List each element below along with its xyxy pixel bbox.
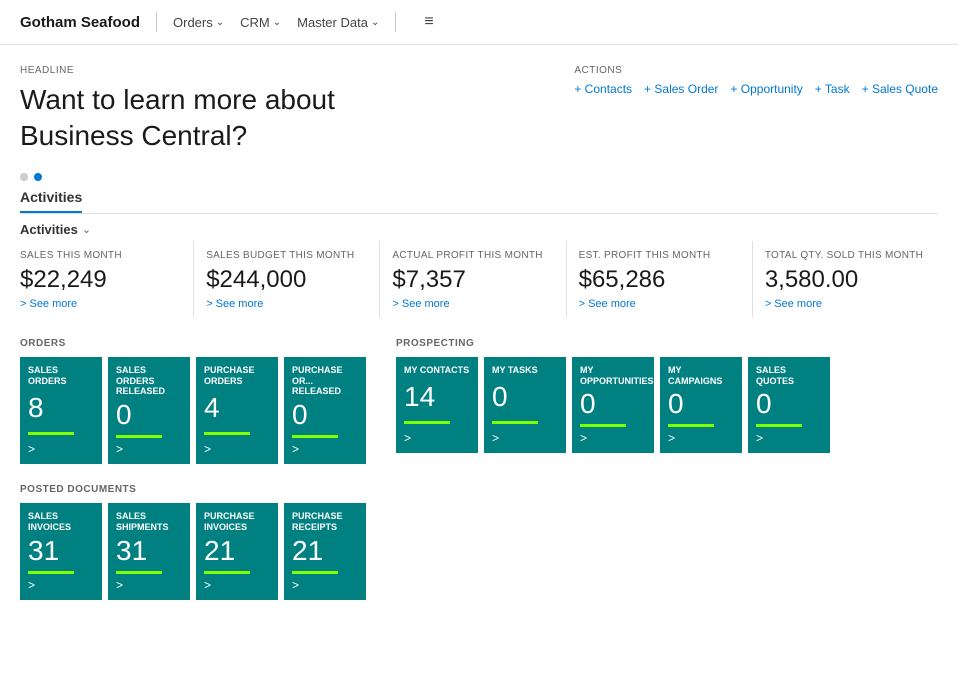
sales-invoices-card[interactable]: SALES INVOICES 31 > xyxy=(20,503,102,600)
add-task-action[interactable]: + Task xyxy=(815,82,850,96)
see-more-link-2[interactable]: > See more xyxy=(392,298,553,310)
headline-label: HEADLINE xyxy=(20,65,574,76)
metric-label-1: SALES BUDGET THIS MONTH xyxy=(206,249,367,262)
chevron-down-icon: ⌄ xyxy=(216,17,224,28)
chevron-down-icon: ⌄ xyxy=(273,17,281,28)
metric-sales-budget: SALES BUDGET THIS MONTH $244,000 > See m… xyxy=(206,241,380,318)
add-sales-order-action[interactable]: + Sales Order xyxy=(644,82,718,96)
main-cue-row: ORDERS SALES ORDERS 8 > SALES ORDERS REL… xyxy=(0,338,958,474)
purchase-invoices-card[interactable]: PURCHASE INVOICES 21 > xyxy=(196,503,278,600)
prospecting-cards: MY CONTACTS 14 > MY TASKS 0 > MY OPPORTU… xyxy=(396,357,830,454)
cue-sections-row xyxy=(0,328,958,338)
my-contacts-card[interactable]: MY CONTACTS 14 > xyxy=(396,357,478,454)
metric-value-2: $7,357 xyxy=(392,266,553,294)
see-more-link-1[interactable]: > See more xyxy=(206,298,367,310)
hamburger-menu-icon[interactable]: ≡ xyxy=(424,13,433,31)
my-campaigns-card[interactable]: MY CAMPAIGNS 0 > xyxy=(660,357,742,454)
posted-documents-label: POSTED DOCUMENTS xyxy=(20,484,938,495)
metric-value-0: $22,249 xyxy=(20,266,181,294)
dot-2[interactable] xyxy=(34,173,42,181)
hero-right: ACTIONS + Contacts + Sales Order + Oppor… xyxy=(574,65,938,96)
company-name: Gotham Seafood xyxy=(20,14,140,31)
add-sales-quote-action[interactable]: + Sales Quote xyxy=(862,82,938,96)
posted-documents-section: POSTED DOCUMENTS SALES INVOICES 31 > SAL… xyxy=(0,474,958,606)
purchase-orders-card-2[interactable]: PURCHASE ORDERS 4 > xyxy=(196,357,278,464)
my-tasks-card[interactable]: MY TASKS 0 > xyxy=(484,357,566,454)
orders-nav-link[interactable]: Orders ⌄ xyxy=(173,15,224,30)
top-navigation: Gotham Seafood Orders ⌄ CRM ⌄ Master Dat… xyxy=(0,0,958,45)
sales-orders-card-2[interactable]: SALES ORDERS 8 > xyxy=(20,357,102,464)
metric-value-3: $65,286 xyxy=(579,266,740,294)
sales-quotes-card[interactable]: SALES QUOTES 0 > xyxy=(748,357,830,454)
add-opportunity-action[interactable]: + Opportunity xyxy=(730,82,802,96)
metric-total-qty: TOTAL QTY. SOLD THIS MONTH 3,580.00 > Se… xyxy=(765,241,938,318)
sales-orders-released-card-2[interactable]: SALES ORDERS RELEASED 0 > xyxy=(108,357,190,464)
metric-label-4: TOTAL QTY. SOLD THIS MONTH xyxy=(765,249,926,262)
purchase-orders-released-card-2[interactable]: PURCHASE OR... RELEASED 0 > xyxy=(284,357,366,464)
my-opportunities-card[interactable]: MY OPPORTUNITIES 0 > xyxy=(572,357,654,454)
prospecting-label: PROSPECTING xyxy=(396,338,830,349)
crm-nav-link[interactable]: CRM ⌄ xyxy=(240,15,281,30)
sales-shipments-card[interactable]: SALES SHIPMENTS 31 > xyxy=(108,503,190,600)
activities-bar[interactable]: Activities ⌄ xyxy=(0,214,958,241)
see-more-link-4[interactable]: > See more xyxy=(765,298,926,310)
metric-actual-profit: ACTUAL PROFIT THIS MONTH $7,357 > See mo… xyxy=(392,241,566,318)
orders-cards-2: SALES ORDERS 8 > SALES ORDERS RELEASED 0… xyxy=(20,357,366,464)
nav-divider-2 xyxy=(395,12,396,32)
posted-documents-cards: SALES INVOICES 31 > SALES SHIPMENTS 31 >… xyxy=(20,503,938,600)
metrics-row: SALES THIS MONTH $22,249 > See more SALE… xyxy=(0,241,958,328)
see-more-link-0[interactable]: > See more xyxy=(20,298,181,310)
metric-label-3: EST. PROFIT THIS MONTH xyxy=(579,249,740,262)
see-more-link-3[interactable]: > See more xyxy=(579,298,740,310)
nav-divider xyxy=(156,12,157,32)
master-data-nav-link[interactable]: Master Data ⌄ xyxy=(297,15,379,30)
hero-left: HEADLINE Want to learn more about Busine… xyxy=(20,65,574,155)
hero-title: Want to learn more about Business Centra… xyxy=(20,82,440,155)
metric-label-2: ACTUAL PROFIT THIS MONTH xyxy=(392,249,553,262)
metric-value-4: 3,580.00 xyxy=(765,266,926,294)
metric-value-1: $244,000 xyxy=(206,266,367,294)
chevron-down-icon: ⌄ xyxy=(371,17,379,28)
nav-links: Orders ⌄ CRM ⌄ Master Data ⌄ xyxy=(173,15,379,30)
orders-label-2: ORDERS xyxy=(20,338,366,349)
dot-1[interactable] xyxy=(20,173,28,181)
activities-bar-label: Activities xyxy=(20,222,78,237)
orders-group: ORDERS SALES ORDERS 8 > SALES ORDERS REL… xyxy=(20,338,366,464)
purchase-receipts-card[interactable]: PURCHASE RECEIPTS 21 > xyxy=(284,503,366,600)
hero-section: HEADLINE Want to learn more about Busine… xyxy=(0,45,958,165)
metric-est-profit: EST. PROFIT THIS MONTH $65,286 > See mor… xyxy=(579,241,753,318)
carousel-dots xyxy=(0,165,958,189)
add-contacts-action[interactable]: + Contacts xyxy=(574,82,632,96)
activities-chevron-icon: ⌄ xyxy=(82,223,91,236)
metric-label-0: SALES THIS MONTH xyxy=(20,249,181,262)
actions-label: ACTIONS xyxy=(574,65,938,76)
activities-section-header: Activities xyxy=(20,189,82,213)
actions-links: + Contacts + Sales Order + Opportunity +… xyxy=(574,82,938,96)
prospecting-group: PROSPECTING MY CONTACTS 14 > MY TASKS 0 … xyxy=(396,338,830,464)
metric-sales-this-month: SALES THIS MONTH $22,249 > See more xyxy=(20,241,194,318)
